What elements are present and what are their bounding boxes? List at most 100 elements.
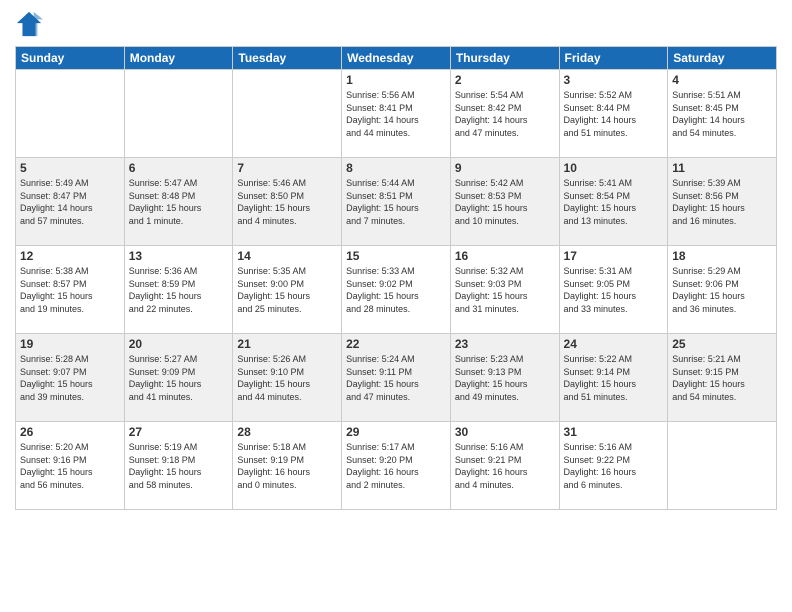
day-info: Sunrise: 5:31 AM Sunset: 9:05 PM Dayligh… bbox=[564, 265, 664, 315]
day-info: Sunrise: 5:54 AM Sunset: 8:42 PM Dayligh… bbox=[455, 89, 555, 139]
day-number: 2 bbox=[455, 73, 555, 87]
calendar-cell: 9Sunrise: 5:42 AM Sunset: 8:53 PM Daylig… bbox=[450, 158, 559, 246]
calendar-cell: 18 Sunrise: 5:29 AM Sunset: 9:06 PM Dayli… bbox=[668, 246, 777, 334]
calendar-week-5: 26 Sunrise: 5:20 AM Sunset: 9:16 PM Dayli… bbox=[16, 422, 777, 510]
calendar-cell: 29 Sunrise: 5:17 AM Sunset: 9:20 PM Dayli… bbox=[342, 422, 451, 510]
calendar-cell: 2 Sunrise: 5:54 AM Sunset: 8:42 PM Daylig… bbox=[450, 70, 559, 158]
weekday-header-wednesday: Wednesday bbox=[342, 47, 451, 70]
day-info: Sunrise: 5:47 AM Sunset: 8:48 PM Dayligh… bbox=[129, 177, 229, 227]
logo-icon bbox=[15, 10, 43, 38]
day-number: 28 bbox=[237, 425, 337, 439]
calendar-cell bbox=[668, 422, 777, 510]
calendar-cell: 19 Sunrise: 5:28 AM Sunset: 9:07 PM Dayli… bbox=[16, 334, 125, 422]
calendar-cell: 15 Sunrise: 5:33 AM Sunset: 9:02 PM Dayli… bbox=[342, 246, 451, 334]
day-info: Sunrise: 5:33 AM Sunset: 9:02 PM Dayligh… bbox=[346, 265, 446, 315]
day-number: 13 bbox=[129, 249, 229, 263]
day-number: 26 bbox=[20, 425, 120, 439]
day-number: 23 bbox=[455, 337, 555, 351]
day-number: 16 bbox=[455, 249, 555, 263]
calendar-cell: 22 Sunrise: 5:24 AM Sunset: 9:11 PM Dayli… bbox=[342, 334, 451, 422]
day-number: 27 bbox=[129, 425, 229, 439]
day-info: Sunrise: 5:46 AM Sunset: 8:50 PM Dayligh… bbox=[237, 177, 337, 227]
calendar-cell: 3Sunrise: 5:52 AM Sunset: 8:44 PM Daylig… bbox=[559, 70, 668, 158]
calendar-cell: 26 Sunrise: 5:20 AM Sunset: 9:16 PM Dayli… bbox=[16, 422, 125, 510]
day-info: Sunrise: 5:19 AM Sunset: 9:18 PM Dayligh… bbox=[129, 441, 229, 491]
calendar-cell bbox=[233, 70, 342, 158]
calendar-table: SundayMondayTuesdayWednesdayThursdayFrid… bbox=[15, 46, 777, 510]
calendar-cell: 17 Sunrise: 5:31 AM Sunset: 9:05 PM Dayli… bbox=[559, 246, 668, 334]
calendar-cell: 16 Sunrise: 5:32 AM Sunset: 9:03 PM Dayli… bbox=[450, 246, 559, 334]
day-number: 17 bbox=[564, 249, 664, 263]
day-info: Sunrise: 5:22 AM Sunset: 9:14 PM Dayligh… bbox=[564, 353, 664, 403]
day-number: 18 bbox=[672, 249, 772, 263]
day-info: Sunrise: 5:56 AM Sunset: 8:41 PM Dayligh… bbox=[346, 89, 446, 139]
header bbox=[15, 10, 777, 38]
calendar-cell: 11Sunrise: 5:39 AM Sunset: 8:56 PM Dayli… bbox=[668, 158, 777, 246]
day-info: Sunrise: 5:26 AM Sunset: 9:10 PM Dayligh… bbox=[237, 353, 337, 403]
calendar-cell: 13 Sunrise: 5:36 AM Sunset: 8:59 PM Dayli… bbox=[124, 246, 233, 334]
day-info: Sunrise: 5:27 AM Sunset: 9:09 PM Dayligh… bbox=[129, 353, 229, 403]
day-info: Sunrise: 5:18 AM Sunset: 9:19 PM Dayligh… bbox=[237, 441, 337, 491]
day-info: Sunrise: 5:29 AM Sunset: 9:06 PM Dayligh… bbox=[672, 265, 772, 315]
calendar-cell: 4 Sunrise: 5:51 AM Sunset: 8:45 PM Daylig… bbox=[668, 70, 777, 158]
day-number: 19 bbox=[20, 337, 120, 351]
calendar-cell: 12 Sunrise: 5:38 AM Sunset: 8:57 PM Dayli… bbox=[16, 246, 125, 334]
day-number: 25 bbox=[672, 337, 772, 351]
calendar-cell bbox=[16, 70, 125, 158]
weekday-header-tuesday: Tuesday bbox=[233, 47, 342, 70]
day-info: Sunrise: 5:17 AM Sunset: 9:20 PM Dayligh… bbox=[346, 441, 446, 491]
day-number: 14 bbox=[237, 249, 337, 263]
calendar-cell: 27 Sunrise: 5:19 AM Sunset: 9:18 PM Dayli… bbox=[124, 422, 233, 510]
day-info: Sunrise: 5:16 AM Sunset: 9:21 PM Dayligh… bbox=[455, 441, 555, 491]
day-number: 29 bbox=[346, 425, 446, 439]
day-number: 1 bbox=[346, 73, 446, 87]
day-info: Sunrise: 5:24 AM Sunset: 9:11 PM Dayligh… bbox=[346, 353, 446, 403]
day-number: 22 bbox=[346, 337, 446, 351]
day-number: 24 bbox=[564, 337, 664, 351]
day-number: 12 bbox=[20, 249, 120, 263]
page: SundayMondayTuesdayWednesdayThursdayFrid… bbox=[0, 0, 792, 612]
day-info: Sunrise: 5:28 AM Sunset: 9:07 PM Dayligh… bbox=[20, 353, 120, 403]
day-number: 8 bbox=[346, 161, 446, 175]
weekday-header-monday: Monday bbox=[124, 47, 233, 70]
day-info: Sunrise: 5:23 AM Sunset: 9:13 PM Dayligh… bbox=[455, 353, 555, 403]
day-number: 4 bbox=[672, 73, 772, 87]
calendar-cell: 30Sunrise: 5:16 AM Sunset: 9:21 PM Dayli… bbox=[450, 422, 559, 510]
day-number: 21 bbox=[237, 337, 337, 351]
calendar-week-4: 19 Sunrise: 5:28 AM Sunset: 9:07 PM Dayli… bbox=[16, 334, 777, 422]
calendar-cell: 14Sunrise: 5:35 AM Sunset: 9:00 PM Dayli… bbox=[233, 246, 342, 334]
calendar-cell: 10 Sunrise: 5:41 AM Sunset: 8:54 PM Dayli… bbox=[559, 158, 668, 246]
day-info: Sunrise: 5:52 AM Sunset: 8:44 PM Dayligh… bbox=[564, 89, 664, 139]
day-number: 15 bbox=[346, 249, 446, 263]
day-info: Sunrise: 5:32 AM Sunset: 9:03 PM Dayligh… bbox=[455, 265, 555, 315]
day-number: 10 bbox=[564, 161, 664, 175]
calendar-week-2: 5Sunrise: 5:49 AM Sunset: 8:47 PM Daylig… bbox=[16, 158, 777, 246]
calendar-cell: 21 Sunrise: 5:26 AM Sunset: 9:10 PM Dayli… bbox=[233, 334, 342, 422]
calendar-week-1: 1 Sunrise: 5:56 AM Sunset: 8:41 PM Daylig… bbox=[16, 70, 777, 158]
calendar-cell bbox=[124, 70, 233, 158]
day-number: 31 bbox=[564, 425, 664, 439]
calendar-cell: 5Sunrise: 5:49 AM Sunset: 8:47 PM Daylig… bbox=[16, 158, 125, 246]
calendar-cell: 28 Sunrise: 5:18 AM Sunset: 9:19 PM Dayli… bbox=[233, 422, 342, 510]
day-info: Sunrise: 5:41 AM Sunset: 8:54 PM Dayligh… bbox=[564, 177, 664, 227]
day-info: Sunrise: 5:38 AM Sunset: 8:57 PM Dayligh… bbox=[20, 265, 120, 315]
day-info: Sunrise: 5:36 AM Sunset: 8:59 PM Dayligh… bbox=[129, 265, 229, 315]
calendar-cell: 1 Sunrise: 5:56 AM Sunset: 8:41 PM Daylig… bbox=[342, 70, 451, 158]
calendar-cell: 6Sunrise: 5:47 AM Sunset: 8:48 PM Daylig… bbox=[124, 158, 233, 246]
weekday-header-row: SundayMondayTuesdayWednesdayThursdayFrid… bbox=[16, 47, 777, 70]
day-number: 11 bbox=[672, 161, 772, 175]
logo bbox=[15, 10, 47, 38]
calendar-cell: 7Sunrise: 5:46 AM Sunset: 8:50 PM Daylig… bbox=[233, 158, 342, 246]
day-info: Sunrise: 5:42 AM Sunset: 8:53 PM Dayligh… bbox=[455, 177, 555, 227]
day-info: Sunrise: 5:44 AM Sunset: 8:51 PM Dayligh… bbox=[346, 177, 446, 227]
calendar-week-3: 12 Sunrise: 5:38 AM Sunset: 8:57 PM Dayli… bbox=[16, 246, 777, 334]
calendar-cell: 20 Sunrise: 5:27 AM Sunset: 9:09 PM Dayli… bbox=[124, 334, 233, 422]
calendar-cell: 8 Sunrise: 5:44 AM Sunset: 8:51 PM Daylig… bbox=[342, 158, 451, 246]
weekday-header-friday: Friday bbox=[559, 47, 668, 70]
day-info: Sunrise: 5:51 AM Sunset: 8:45 PM Dayligh… bbox=[672, 89, 772, 139]
day-number: 20 bbox=[129, 337, 229, 351]
day-info: Sunrise: 5:20 AM Sunset: 9:16 PM Dayligh… bbox=[20, 441, 120, 491]
day-info: Sunrise: 5:16 AM Sunset: 9:22 PM Dayligh… bbox=[564, 441, 664, 491]
weekday-header-saturday: Saturday bbox=[668, 47, 777, 70]
weekday-header-thursday: Thursday bbox=[450, 47, 559, 70]
